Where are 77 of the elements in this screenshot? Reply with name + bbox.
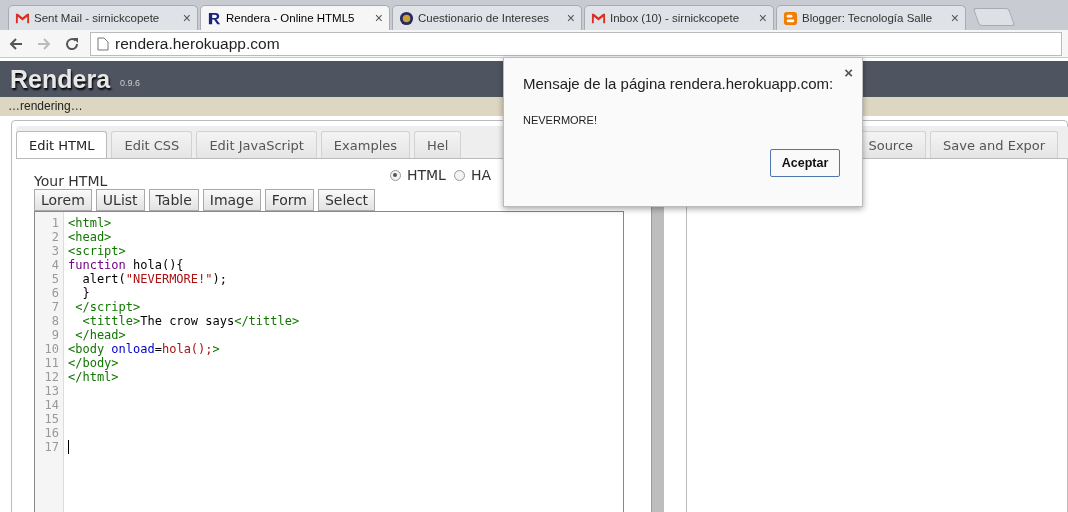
crest-icon (399, 10, 414, 26)
line-number: 16 (43, 426, 59, 440)
tab[interactable]: Edit JavaScript (196, 131, 317, 158)
code-line: <script> (68, 244, 126, 258)
reload-icon[interactable] (64, 35, 80, 52)
tab-title: Sent Mail - sirnickcopete (34, 12, 161, 24)
dialog-title: Mensaje de la página rendera.herokuapp.com: (523, 75, 835, 92)
tab[interactable]: Examples (320, 131, 411, 158)
code-line: alert("NEVERMORE!"); (81, 272, 227, 286)
text-cursor (68, 440, 69, 454)
snippet-button[interactable]: Form (264, 189, 314, 211)
status-text: …rendering… (8, 99, 83, 113)
line-number: 10 (43, 342, 59, 356)
code-line: <html> (68, 216, 112, 230)
tab[interactable]: Edit CSS (111, 131, 193, 158)
browser-tab[interactable]: Sent Mail - sirnickcopete × (8, 5, 198, 30)
code-line: </body> (68, 356, 119, 370)
code-line: <tittle>The crow says</tittle> (81, 314, 300, 328)
line-number: 15 (43, 412, 59, 426)
code-line: <body onload=hola();> (68, 342, 220, 356)
line-number: 11 (43, 356, 59, 370)
tab-title: Rendera - Online HTML5 (226, 12, 356, 24)
close-icon[interactable]: × (844, 64, 853, 81)
browser-tab[interactable]: Blogger: Tecnología Salle × (776, 5, 966, 30)
new-tab-button[interactable] (972, 8, 1016, 26)
letter-r-icon (207, 10, 222, 26)
code-line: function hola(){ (68, 258, 184, 272)
line-number: 1 (50, 216, 59, 230)
dialog-message: NEVERMORE! (523, 114, 598, 126)
tab-title: Cuestionario de Intereses (418, 12, 551, 24)
line-number: 3 (50, 244, 59, 258)
page-icon (97, 36, 109, 51)
close-tab-icon[interactable]: × (758, 10, 767, 26)
line-number: 5 (50, 272, 59, 286)
browser-tab[interactable]: Cuestionario de Intereses × (392, 5, 582, 30)
line-number: 12 (43, 370, 59, 384)
line-number: 7 (50, 300, 59, 314)
line-number: 13 (43, 384, 59, 398)
mode-radio[interactable]: HA (453, 167, 491, 183)
snippet-button[interactable]: UList (95, 189, 145, 211)
code-line: } (81, 286, 90, 300)
snippet-button[interactable]: Lorem (34, 189, 92, 211)
close-tab-icon[interactable]: × (182, 10, 191, 26)
code-editor[interactable]: 1 <html> 2 <head> 3 <script> 4 function hola(){ 5 alert("NEVERMORE!"); 6 } 7 </script> 8 <tittle>The crow says</tittle> 9 </head> 10 <body onload=hola();> 11 </body> 12 </html> 13 14 15 16 17 (34, 211, 624, 512)
tab-title: Blogger: Tecnología Salle (802, 12, 934, 24)
line-number: 17 (43, 440, 59, 454)
address-bar[interactable]: rendera.herokuapp.com (90, 31, 1062, 56)
app-logo: Rendera (10, 64, 111, 94)
snippet-button[interactable]: Select (317, 189, 376, 211)
tab[interactable]: Edit HTML (16, 131, 108, 158)
line-number: 4 (50, 258, 59, 272)
tab-title: Inbox (10) - sirnickcopete (610, 12, 741, 24)
line-number: 6 (50, 286, 59, 300)
line-number: 8 (50, 314, 59, 328)
close-tab-icon[interactable]: × (950, 10, 959, 26)
browser-tab[interactable]: Inbox (10) - sirnickcopete × (584, 5, 774, 30)
tab[interactable]: Save and Expor (930, 131, 1059, 158)
line-number: 9 (50, 328, 59, 342)
mode-radio[interactable]: HTML (389, 167, 446, 183)
code-line: </script> (74, 300, 141, 314)
accept-button[interactable]: Aceptar (770, 149, 840, 177)
code-line: <head> (68, 230, 112, 244)
close-tab-icon[interactable]: × (566, 10, 575, 26)
code-line: </html> (68, 370, 119, 384)
tab[interactable]: Hel (414, 131, 462, 158)
version-label: 0.9.6 (120, 78, 141, 88)
browser-tab[interactable]: Rendera - Online HTML5 × (200, 5, 390, 30)
editor-label: Your HTML (34, 173, 108, 189)
line-number: 2 (50, 230, 59, 244)
back-icon[interactable] (8, 35, 24, 52)
blogger-icon (783, 10, 798, 26)
forward-icon[interactable] (36, 35, 52, 52)
line-number: 14 (43, 398, 59, 412)
code-line: </head> (74, 328, 126, 342)
snippet-button[interactable]: Table (148, 189, 199, 211)
close-tab-icon[interactable]: × (374, 10, 383, 26)
snippet-button[interactable]: Image (202, 189, 261, 211)
